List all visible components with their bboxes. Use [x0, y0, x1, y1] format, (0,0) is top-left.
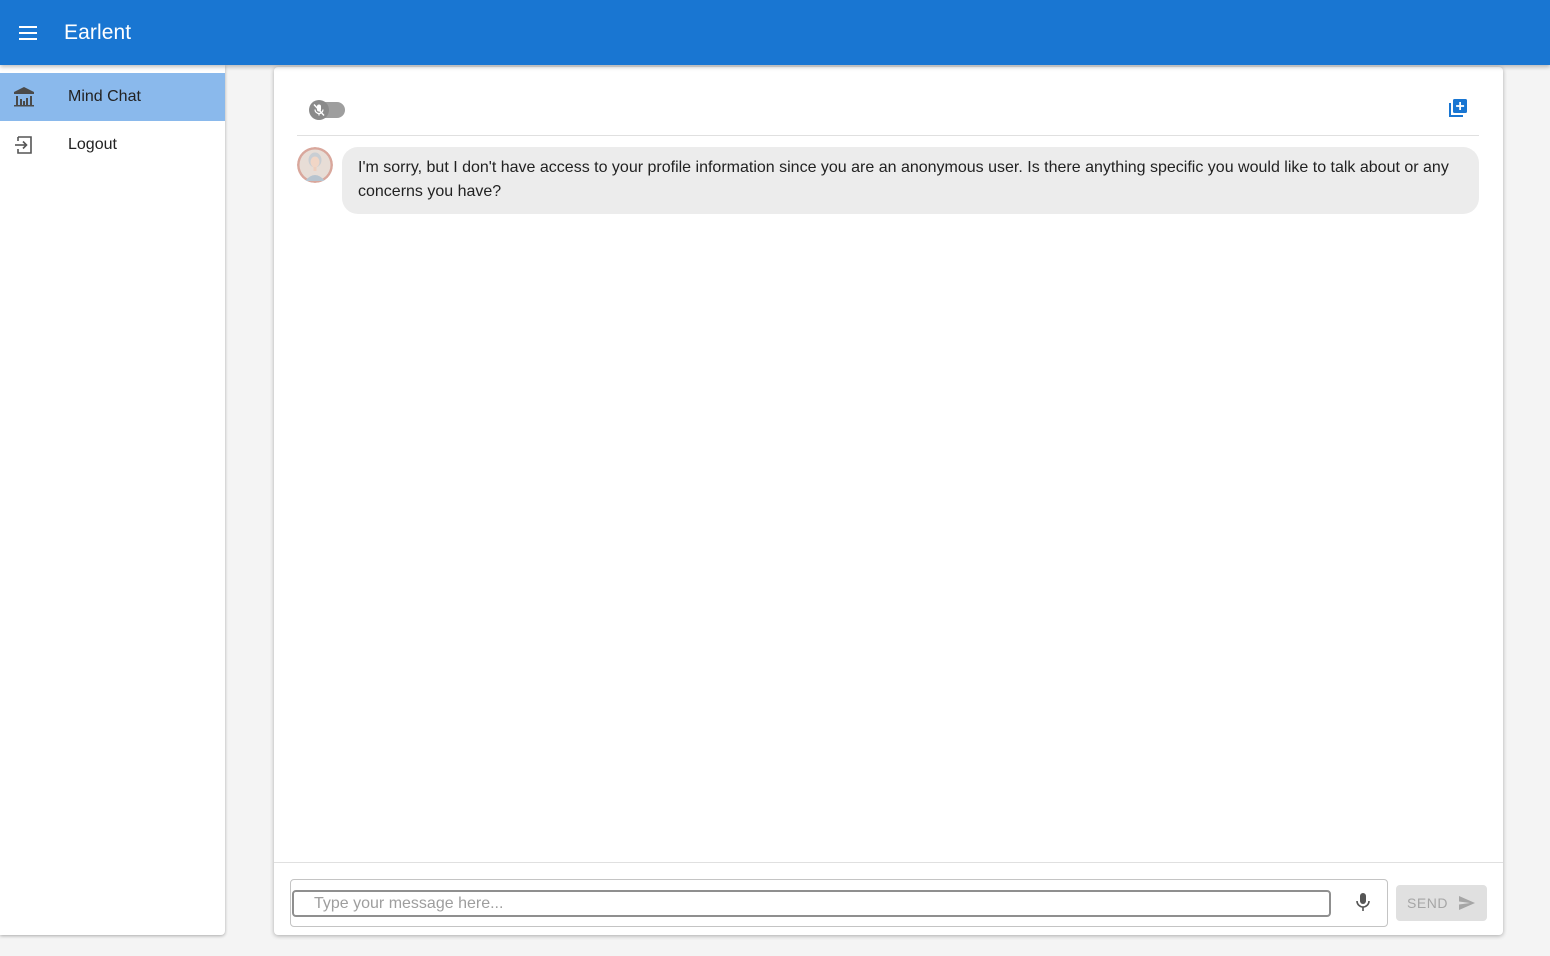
menu-icon[interactable]: [0, 0, 56, 65]
send-icon: [1458, 895, 1476, 911]
building-columns-icon: [0, 73, 48, 121]
logout-icon: [0, 121, 48, 169]
assistant-avatar: [297, 147, 333, 183]
sidebar-item-label: Mind Chat: [68, 88, 141, 105]
send-label: SEND: [1407, 895, 1448, 911]
input-container: [290, 879, 1388, 927]
message-input[interactable]: [292, 890, 1331, 917]
app-bar: Earlent: [0, 0, 1550, 65]
mic-off-icon: [309, 100, 329, 120]
new-chat-button[interactable]: [1445, 97, 1471, 123]
chat-panel: I'm sorry, but I don't have access to yo…: [274, 67, 1503, 935]
chat-toolbar: [297, 89, 1479, 136]
sidebar-item-mind-chat[interactable]: Mind Chat: [0, 73, 225, 121]
microphone-button[interactable]: [1351, 892, 1375, 916]
sidebar-item-logout[interactable]: Logout: [0, 121, 225, 169]
app-title: Earlent: [64, 20, 132, 44]
microphone-icon: [1355, 892, 1371, 917]
message-bubble: I'm sorry, but I don't have access to yo…: [342, 147, 1479, 214]
send-button[interactable]: SEND: [1396, 885, 1487, 921]
sidebar-item-label: Logout: [68, 136, 117, 153]
message-row: I'm sorry, but I don't have access to yo…: [297, 147, 1479, 214]
add-box-icon: [1447, 97, 1469, 124]
sidebar: Mind Chat Logout: [0, 65, 225, 935]
chat-input-bar: SEND: [274, 862, 1503, 935]
voice-toggle[interactable]: [309, 99, 345, 121]
